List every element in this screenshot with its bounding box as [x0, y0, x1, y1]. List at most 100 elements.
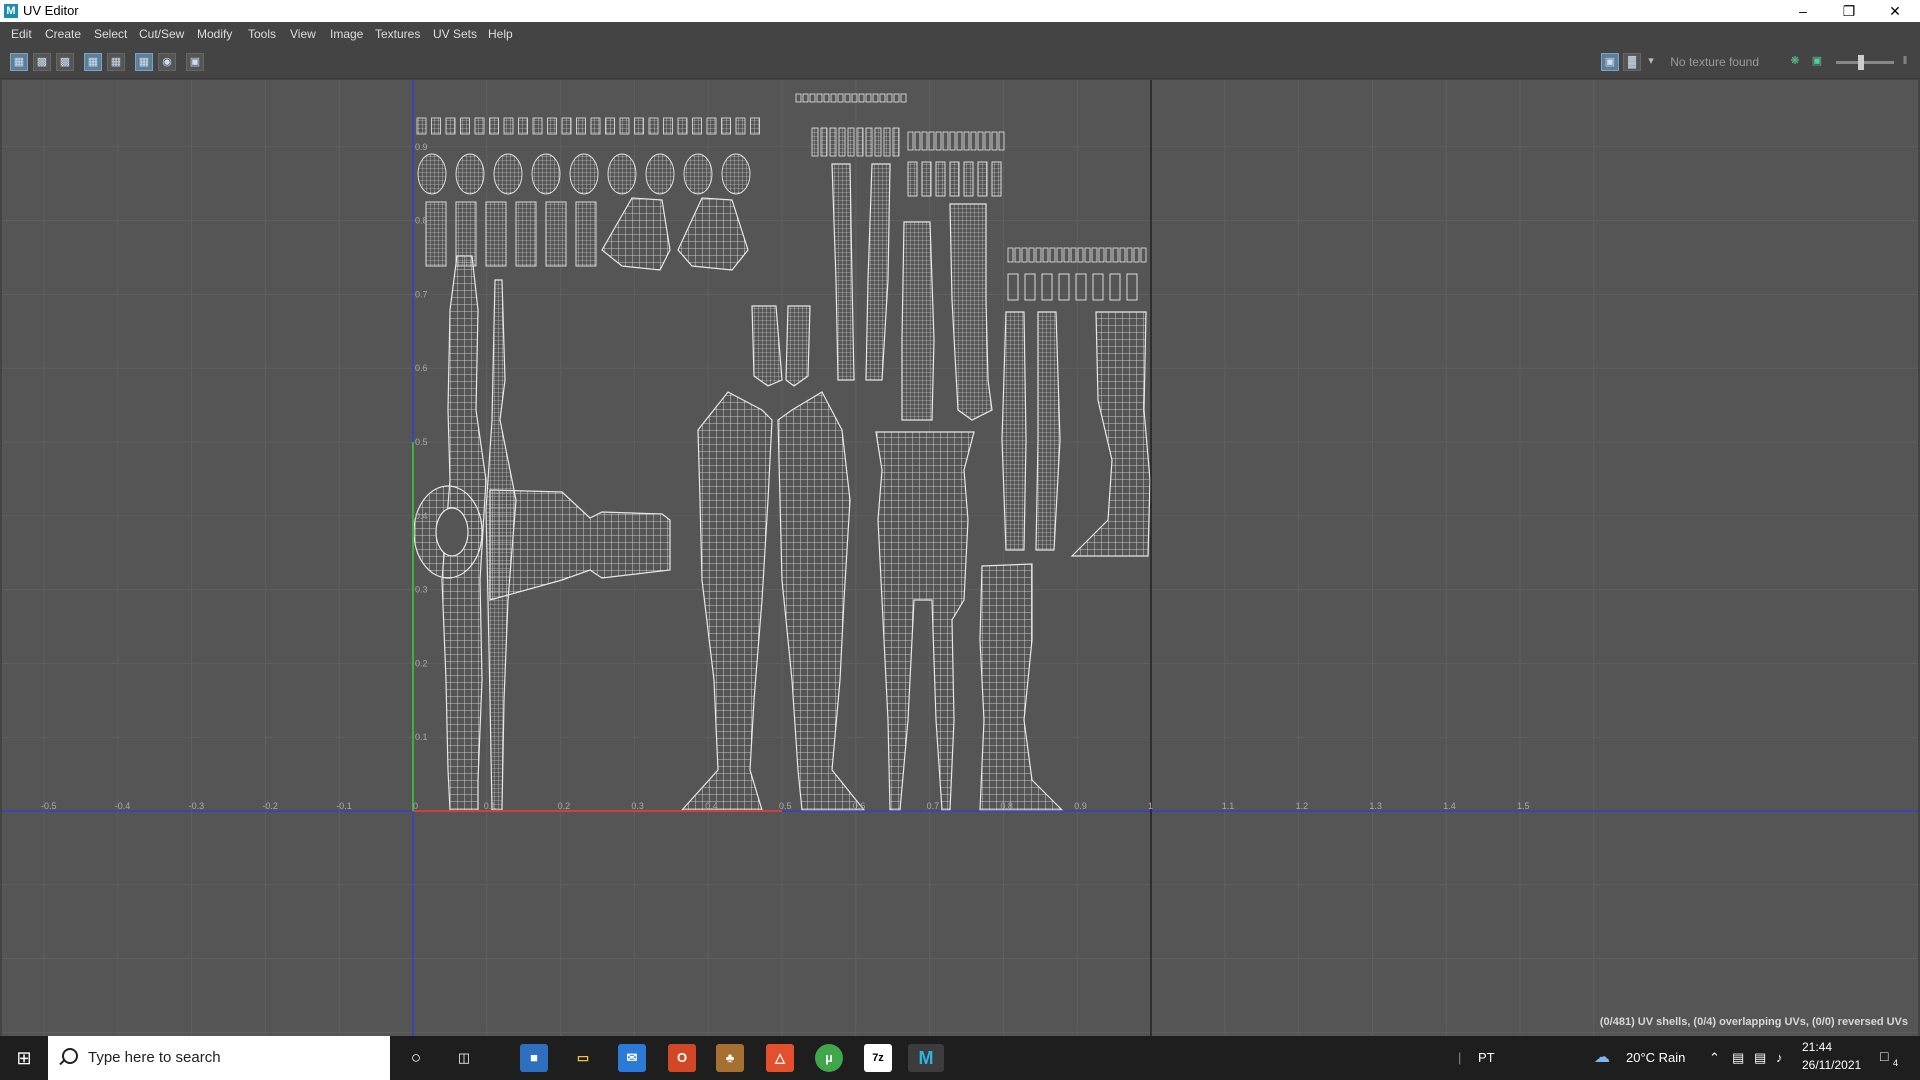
image-display-icon[interactable]: ▣	[1601, 53, 1619, 71]
close-icon[interactable]: ✕	[1872, 0, 1918, 22]
device-icon[interactable]: ▤	[1732, 1050, 1744, 1066]
cortana-icon[interactable]: ○	[402, 1044, 430, 1072]
uv-viewport[interactable]: -0.5 -0.4 -0.3 -0.2 -0.1 0 0.1 0.2 0.3 0.4 0.5 0.6 0…	[2, 80, 1918, 1036]
uv-shell-small-piece	[648, 117, 659, 135]
u-tick-label: -0.2	[262, 801, 278, 811]
exposure-icon[interactable]: ❋	[1786, 53, 1804, 71]
utorrent-icon[interactable]: µ	[815, 1044, 843, 1072]
uv-shell-small-piece	[795, 93, 802, 103]
weather-text[interactable]: 20°C Rain	[1626, 1050, 1685, 1065]
uv-shell-medium-piece	[1109, 273, 1121, 301]
slider-knob[interactable]	[1858, 55, 1864, 70]
uv-shell-small-piece	[1014, 247, 1021, 263]
grid-icon[interactable]: ▦	[84, 53, 102, 71]
task-view-icon[interactable]: ◫	[450, 1044, 478, 1072]
texture-borders-icon[interactable]: ▩	[56, 53, 74, 71]
menu-cut-sew[interactable]: Cut/Sew	[139, 27, 184, 41]
menu-help[interactable]: Help	[488, 27, 513, 41]
exposure-slider[interactable]	[1836, 55, 1894, 70]
gamma-icon[interactable]: ▣	[1808, 53, 1826, 71]
7zip-icon[interactable]: 7z	[864, 1044, 892, 1072]
brave-icon[interactable]: △	[766, 1044, 794, 1072]
uv-shell-medium-piece	[935, 161, 946, 197]
uv-status-text: (0/481) UV shells, (0/4) overlapping UVs…	[1599, 1016, 1908, 1028]
search-placeholder: Type here to search	[88, 1049, 221, 1066]
uv-shell-small-piece	[830, 93, 837, 103]
menu-view[interactable]: View	[290, 27, 316, 41]
uv-shell-small-piece	[865, 93, 872, 103]
maya-taskbar-icon[interactable]: M	[908, 1044, 944, 1072]
language-indicator[interactable]: PT	[1478, 1050, 1495, 1065]
texture-status: No texture found	[1670, 55, 1759, 69]
uv-shell-small-piece	[816, 93, 823, 103]
mail-icon[interactable]: ✉	[618, 1044, 646, 1072]
uv-shell-small-piece	[634, 117, 644, 135]
uv-shell-small-piece	[1021, 247, 1028, 263]
uv-shell-medium-piece	[921, 161, 932, 197]
uv-shell-small-piece	[847, 127, 855, 157]
game-icon[interactable]: ♣	[716, 1044, 744, 1072]
file-explorer-icon[interactable]: ▭	[569, 1044, 597, 1072]
volume-icon[interactable]: ♪	[1776, 1050, 1783, 1065]
menu-image[interactable]: Image	[330, 27, 363, 41]
menu-textures[interactable]: Textures	[375, 27, 420, 41]
minimize-icon[interactable]: –	[1780, 0, 1826, 22]
u-tick-label: 0	[413, 801, 418, 811]
uv-shell-upper-arm	[901, 221, 935, 421]
uv-shell-small-piece	[663, 117, 673, 135]
u-tick-label: 0.7	[927, 801, 940, 811]
menu-tools[interactable]: Tools	[248, 27, 276, 41]
pixel-snap-icon[interactable]: ▦	[107, 53, 125, 71]
uv-shell-small-piece	[489, 117, 499, 135]
u-tick-label: -0.1	[336, 801, 352, 811]
uv-shell-small-piece	[692, 117, 702, 135]
uv-shell-small-piece	[1133, 247, 1140, 263]
v-tick-label: 0.1	[415, 732, 428, 742]
network-icon[interactable]: ▤	[1754, 1050, 1766, 1066]
uv-editor-window: M UV Editor – ❐ ✕ Edit Create Select Cut…	[0, 0, 1920, 1036]
uv-shell-small-piece	[823, 93, 830, 103]
notification-icon[interactable]: □	[1880, 1048, 1888, 1064]
office-icon[interactable]: O	[668, 1044, 696, 1072]
u-tick-label: 0.9	[1074, 801, 1087, 811]
shaded-uv-icon[interactable]: ▩	[33, 53, 51, 71]
clock-time[interactable]: 21:44	[1802, 1040, 1832, 1054]
menu-create[interactable]: Create	[45, 27, 81, 41]
u-tick-label: -0.5	[41, 801, 57, 811]
windows-start-icon[interactable]: ⊞	[10, 1044, 38, 1072]
snapshot-icon[interactable]: ▣	[186, 53, 204, 71]
menu-modify[interactable]: Modify	[197, 27, 232, 41]
v-tick-label: 0.7	[415, 289, 428, 299]
isolate-icon[interactable]: ◉	[158, 53, 176, 71]
weather-icon: ☁	[1594, 1049, 1610, 1066]
uv-grid-canvas[interactable]: -0.5 -0.4 -0.3 -0.2 -0.1 0 0.1 0.2 0.3 0.4 0.5 0.6 0…	[2, 80, 1918, 1036]
menu-uv-sets[interactable]: UV Sets	[433, 27, 477, 41]
uv-shell-small-piece	[1098, 247, 1105, 263]
toolbar-collapse-icon[interactable]: ‖	[1896, 53, 1914, 71]
uv-shell-medium-piece	[485, 201, 507, 267]
uv-shell-small-piece	[677, 117, 688, 135]
menu-select[interactable]: Select	[94, 27, 127, 41]
uv-shell-ring-hole	[435, 507, 469, 557]
notification-count: 4	[1893, 1058, 1899, 1068]
uv-shell-medium-piece	[949, 161, 960, 197]
clock-date[interactable]: 26/11/2021	[1802, 1058, 1861, 1072]
uv-shell-medium-piece	[455, 153, 485, 195]
taskbar-search[interactable]: Type here to search	[48, 1036, 390, 1080]
uv-shell-small-piece	[1035, 247, 1042, 263]
chevron-up-icon[interactable]: ⌃	[1709, 1050, 1720, 1066]
uv-shell-body	[875, 431, 975, 811]
restore-icon[interactable]: ❐	[1826, 0, 1872, 22]
checker-icon[interactable]: ▦	[135, 53, 153, 71]
dropdown-arrow-icon[interactable]: ▾	[1645, 53, 1657, 71]
checker-map-icon[interactable]: ▓	[1623, 53, 1641, 71]
store-icon[interactable]: ■	[520, 1044, 548, 1072]
uv-shell-small-piece	[865, 127, 873, 157]
uv-shell-small-piece	[750, 117, 760, 135]
uv-display-icon[interactable]: ▦	[10, 53, 28, 71]
uv-shell-small-piece	[886, 93, 893, 103]
uv-shell-small-piece	[1028, 247, 1035, 263]
uv-shell-medium-piece	[991, 161, 1002, 197]
menu-edit[interactable]: Edit	[11, 27, 32, 41]
uv-shell-leg-1	[680, 391, 773, 811]
